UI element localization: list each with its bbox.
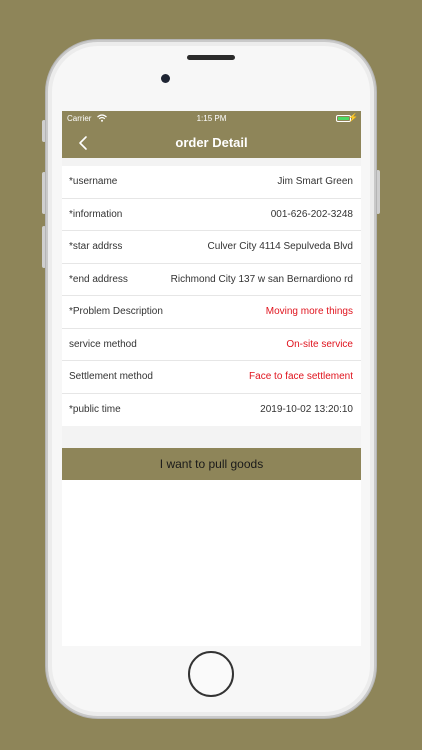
- page-title: order Detail: [175, 135, 248, 150]
- detail-value: Richmond City 137 w san Bernardiono rd: [170, 273, 353, 285]
- detail-label: *Problem Description: [69, 306, 163, 317]
- detail-row-username: *username Jim Smart Green: [62, 166, 361, 199]
- detail-row-public-time: *public time 2019-10-02 13:20:10: [62, 394, 361, 427]
- content-blank-area: [62, 480, 361, 646]
- speaker-grille: [187, 55, 235, 60]
- detail-row-settlement-method: Settlement method Face to face settlemen…: [62, 361, 361, 394]
- detail-value: Jim Smart Green: [277, 176, 353, 187]
- detail-label: *star addrss: [69, 241, 123, 252]
- detail-row-information: *information 001-626-202-3248: [62, 199, 361, 231]
- phone-screen: Carrier 1:15 PM ⚡ order Detail *username…: [62, 111, 361, 646]
- detail-label: service method: [69, 338, 137, 350]
- app-store-screenshot: Carrier 1:15 PM ⚡ order Detail *username…: [0, 0, 422, 750]
- detail-label: *information: [69, 208, 123, 220]
- detail-row-end-address: *end address Richmond City 137 w san Ber…: [62, 264, 361, 296]
- power-button: [376, 170, 380, 214]
- detail-row-service-method: service method On-site service: [62, 329, 361, 361]
- bolt-icon: ⚡: [348, 113, 358, 122]
- home-button: [188, 651, 234, 697]
- detail-label: *username: [69, 176, 118, 187]
- detail-value: Moving more things: [265, 306, 353, 317]
- clock: 1:15 PM: [196, 114, 227, 123]
- detail-value: Culver City 4114 Sepulveda Blvd: [207, 241, 353, 252]
- pull-goods-button[interactable]: I want to pull goods: [62, 448, 361, 480]
- detail-label: Settlement method: [69, 371, 153, 382]
- order-detail-list: *username Jim Smart Green *information 0…: [62, 166, 361, 426]
- detail-label: *end address: [69, 273, 128, 285]
- detail-row-start-address: *star addrss Culver City 4114 Sepulveda …: [62, 231, 361, 264]
- detail-value: 001-626-202-3248: [270, 208, 353, 220]
- detail-label: *public time: [69, 403, 121, 415]
- navigation-bar: order Detail: [62, 127, 361, 158]
- detail-value: Face to face settlement: [249, 371, 353, 382]
- detail-row-problem-description: *Problem Description Moving more things: [62, 296, 361, 329]
- detail-value: 2019-10-02 13:20:10: [260, 403, 353, 415]
- detail-value: On-site service: [286, 338, 353, 350]
- front-camera: [161, 74, 170, 83]
- status-bar: Carrier 1:15 PM ⚡: [62, 111, 361, 127]
